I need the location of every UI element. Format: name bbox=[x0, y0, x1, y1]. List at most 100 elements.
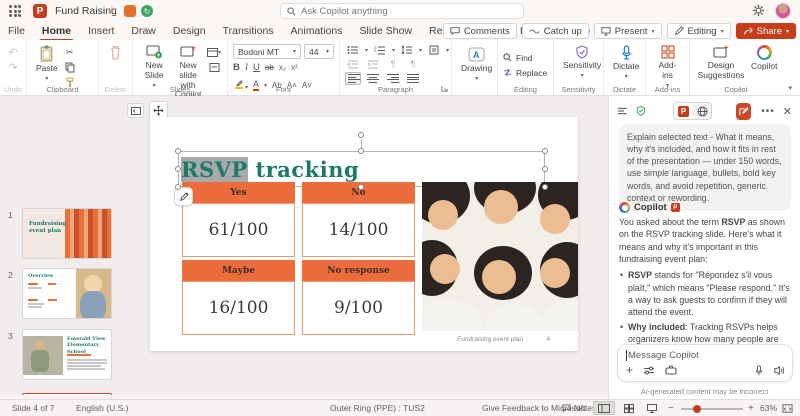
redo-icon[interactable]: ↷ bbox=[5, 61, 21, 73]
catch-up-button[interactable]: Catch up bbox=[522, 23, 589, 39]
selection-handle[interactable] bbox=[542, 166, 548, 172]
attach-plus-icon[interactable]: + bbox=[626, 363, 633, 377]
bullets-button[interactable] bbox=[345, 44, 361, 56]
replace-button[interactable]: Replace bbox=[503, 68, 547, 78]
zoom-slider-handle[interactable] bbox=[693, 405, 701, 413]
paste-button[interactable]: Paste▾ bbox=[32, 44, 62, 84]
slide-thumbnail-3[interactable]: Emerald View Elementary School bbox=[22, 329, 112, 380]
selection-handle[interactable] bbox=[542, 184, 548, 190]
message-input[interactable]: Message Copilot bbox=[626, 350, 784, 361]
justify-button[interactable] bbox=[405, 72, 421, 85]
normal-view-button[interactable] bbox=[593, 401, 615, 415]
decrease-indent-icon[interactable] bbox=[345, 58, 361, 70]
font-name-select[interactable]: Bodoni MT▾ bbox=[233, 44, 301, 59]
align-center-button[interactable] bbox=[365, 72, 381, 85]
design-suggestions-button[interactable]: Design Suggestions bbox=[695, 44, 747, 82]
tab-animations[interactable]: Animations bbox=[291, 25, 343, 37]
present-button[interactable]: Present▾ bbox=[594, 23, 662, 39]
saved-status-icon[interactable]: ↻ bbox=[141, 5, 153, 17]
slide-thumbnail-1[interactable]: Fundraising event plan bbox=[22, 208, 112, 259]
selection-handle[interactable] bbox=[358, 148, 364, 154]
zoom-slider-track[interactable] bbox=[681, 408, 743, 410]
favorite-star-icon[interactable]: ☆ bbox=[107, 4, 117, 17]
increase-indent-icon[interactable] bbox=[365, 58, 381, 70]
copilot-button[interactable]: Copilot bbox=[747, 44, 781, 73]
strikethrough-button[interactable]: ab bbox=[265, 63, 274, 72]
cut-icon[interactable]: ✂ bbox=[62, 46, 78, 58]
selection-handle[interactable] bbox=[358, 184, 364, 190]
slideshow-view-button[interactable] bbox=[641, 401, 663, 415]
tab-home[interactable]: Home bbox=[42, 25, 71, 37]
align-right-button[interactable] bbox=[385, 72, 401, 85]
slide-thumbnail-4-selected[interactable]: RSVP tracking Yes 61/100 No 14/100 Maybe… bbox=[22, 393, 112, 395]
tune-options-icon[interactable] bbox=[643, 366, 655, 375]
text-direction-button[interactable] bbox=[426, 44, 442, 56]
table-value-no[interactable]: 14/100 bbox=[302, 203, 415, 257]
comments-button[interactable]: Comments bbox=[443, 23, 517, 39]
slide-count[interactable]: Slide 4 of 7 bbox=[12, 403, 55, 413]
numbering-button[interactable]: 12 bbox=[372, 44, 388, 56]
language-status[interactable]: English (U.S.) bbox=[76, 403, 128, 413]
font-size-select[interactable]: 44▾ bbox=[304, 44, 334, 59]
protected-shield-icon[interactable] bbox=[636, 105, 646, 117]
powerpoint-scope-icon[interactable]: P bbox=[674, 103, 693, 119]
table-value-yes[interactable]: 61/100 bbox=[182, 203, 295, 257]
table-header-noresponse[interactable]: No response bbox=[302, 260, 415, 281]
align-left-button[interactable] bbox=[345, 72, 361, 85]
gear-icon[interactable] bbox=[752, 4, 765, 17]
addins-button[interactable]: Add-ins▾ bbox=[651, 44, 684, 90]
new-slide-button[interactable]: New Slide▾ bbox=[138, 44, 170, 90]
app-launcher-icon[interactable] bbox=[9, 5, 21, 17]
message-input-card[interactable]: Message Copilot + bbox=[617, 344, 793, 382]
bold-button[interactable]: B bbox=[233, 62, 240, 73]
user-avatar[interactable] bbox=[775, 3, 791, 19]
find-button[interactable]: Find bbox=[503, 53, 533, 63]
superscript-button[interactable]: x² bbox=[291, 63, 298, 72]
paragraph-marks-icon[interactable]: ¶ bbox=[385, 58, 401, 70]
slide-sorter-view-button[interactable] bbox=[618, 401, 640, 415]
web-scope-icon[interactable] bbox=[693, 103, 712, 119]
line-spacing-button[interactable] bbox=[399, 44, 415, 56]
powerpoint-logo-icon[interactable]: P bbox=[33, 4, 47, 18]
tab-transitions[interactable]: Transitions bbox=[223, 25, 274, 37]
zoom-in-button[interactable]: + bbox=[748, 403, 754, 414]
dictate-button[interactable]: Dictate▾ bbox=[609, 44, 643, 82]
table-value-noresponse[interactable]: 9/100 bbox=[302, 281, 415, 335]
zoom-level[interactable]: 63% bbox=[760, 403, 777, 413]
tab-draw[interactable]: Draw bbox=[131, 25, 156, 37]
more-options-icon[interactable]: ••• bbox=[761, 106, 775, 117]
collapse-ribbon-icon[interactable]: ▾ bbox=[788, 84, 792, 92]
italic-button[interactable]: I bbox=[245, 63, 248, 73]
zoom-out-button[interactable]: − bbox=[668, 403, 674, 414]
collapse-pane-icon[interactable] bbox=[127, 103, 144, 118]
tab-slide-show[interactable]: Slide Show bbox=[360, 25, 413, 37]
scope-toggle[interactable]: P bbox=[673, 102, 712, 120]
copy-icon[interactable] bbox=[62, 61, 78, 73]
selection-handle[interactable] bbox=[175, 184, 181, 190]
editing-mode-button[interactable]: Editing▾ bbox=[667, 23, 731, 39]
slide-title-text[interactable]: RSVP tracking bbox=[181, 157, 359, 182]
agents-briefcase-icon[interactable] bbox=[665, 365, 677, 375]
tab-file[interactable]: File bbox=[8, 25, 25, 37]
tab-design[interactable]: Design bbox=[173, 25, 206, 37]
tab-insert[interactable]: Insert bbox=[88, 25, 114, 37]
slide-photo[interactable] bbox=[422, 182, 578, 331]
underline-button[interactable]: U bbox=[253, 62, 260, 73]
table-value-maybe[interactable]: 16/100 bbox=[182, 281, 295, 335]
table-header-yes[interactable]: Yes bbox=[182, 182, 295, 203]
read-aloud-icon[interactable] bbox=[773, 365, 784, 376]
drawing-button[interactable]: A Drawing▾ bbox=[457, 46, 496, 84]
search-input[interactable]: Ask Copilot anything bbox=[280, 3, 524, 19]
sensitivity-button[interactable]: Sensitivity▾ bbox=[559, 44, 605, 81]
slide-thumbnail-2[interactable]: Overview bbox=[22, 268, 112, 319]
subscript-button[interactable]: x₂ bbox=[279, 63, 286, 72]
selection-handle[interactable] bbox=[175, 148, 181, 154]
paragraph-dialog-launcher-icon[interactable] bbox=[441, 85, 448, 92]
paragraph-marks2-icon[interactable]: ¶ bbox=[405, 58, 421, 70]
notes-toggle[interactable]: Notes bbox=[562, 403, 596, 413]
delete-button[interactable] bbox=[105, 44, 126, 61]
new-chat-button[interactable] bbox=[736, 103, 751, 120]
table-header-maybe[interactable]: Maybe bbox=[182, 260, 295, 281]
close-pane-icon[interactable]: ✕ bbox=[783, 105, 792, 118]
reset-slide-icon[interactable] bbox=[206, 61, 222, 73]
